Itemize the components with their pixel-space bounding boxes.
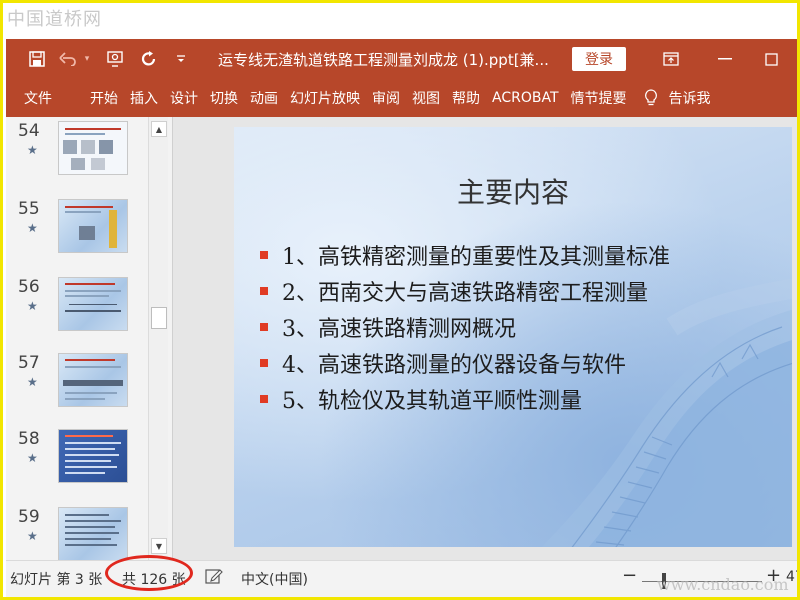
language-indicator[interactable]: 中文(中国) (241, 569, 308, 589)
screenshot-frame: 中国道桥网 ▾ 运专线无渣轨道铁路工程测量刘成龙 (1).ppt[兼... 登录 (0, 0, 800, 600)
undo-dropdown-icon[interactable]: ▾ (80, 44, 94, 74)
title-bar: ▾ 运专线无渣轨道铁路工程测量刘成龙 (1).ppt[兼... 登录 (6, 39, 797, 79)
tab-animations[interactable]: 动画 (244, 88, 284, 108)
thumbnail-item-58[interactable]: 58 ★ (6, 429, 151, 499)
minimize-icon[interactable] (702, 39, 748, 79)
notes-edit-icon[interactable] (205, 567, 223, 589)
thumbnail-item-55[interactable]: 55 ★ (6, 199, 151, 269)
tab-storyboard[interactable]: 情节提要 (565, 88, 633, 108)
thumbnail-number: 56 (18, 277, 40, 297)
thumbnail-item-57[interactable]: 57 ★ (6, 353, 151, 423)
thumbnail-item-56[interactable]: 56 ★ (6, 277, 151, 347)
tab-design[interactable]: 设计 (164, 88, 204, 108)
tab-view[interactable]: 视图 (406, 88, 446, 108)
tab-insert[interactable]: 插入 (124, 88, 164, 108)
bullet-text: 2、西南交大与高速铁路精密工程测量 (282, 281, 648, 306)
slide-editor: 主要内容 1、高铁精密测量的重要性及其测量标准 2、西南交大与高速铁路精密工程测… (173, 117, 797, 560)
bullet-list[interactable]: 1、高铁精密测量的重要性及其测量标准 2、西南交大与高速铁路精密工程测量 3、高… (256, 237, 670, 417)
bullet-square-icon (260, 251, 268, 259)
tell-me-search[interactable]: 告诉我 (663, 88, 717, 108)
thumbnail-number: 55 (18, 199, 40, 219)
undo-icon[interactable] (56, 44, 80, 74)
ribbon-tabs: 文件 开始 插入 设计 切换 动画 幻灯片放映 审阅 视图 帮助 ACROBAT… (6, 79, 797, 117)
thumbnail-image (58, 199, 128, 253)
customize-quick-access-icon[interactable] (166, 44, 196, 74)
document-title: 运专线无渣轨道铁路工程测量刘成龙 (1).ppt[兼... (218, 50, 548, 69)
bullet-text: 1、高铁精密测量的重要性及其测量标准 (282, 245, 670, 270)
thumbnail-scrollbar[interactable]: ▲ ▼ (148, 117, 168, 560)
login-button[interactable]: 登录 (572, 47, 626, 71)
thumbnail-number: 54 (18, 121, 40, 141)
tab-help[interactable]: 帮助 (446, 88, 486, 108)
animation-star-icon: ★ (27, 375, 38, 389)
bullet-square-icon (260, 395, 268, 403)
scrollbar-thumb[interactable] (151, 307, 167, 329)
thumbnail-number: 59 (18, 507, 40, 527)
bullet-text: 4、高速铁路测量的仪器设备与软件 (282, 353, 626, 378)
watermark-bottom: www.cndao.com (657, 575, 789, 594)
thumbnail-image (58, 353, 128, 407)
lightbulb-icon[interactable] (639, 83, 663, 113)
animation-star-icon: ★ (27, 299, 38, 313)
list-item: 2、西南交大与高速铁路精密工程测量 (256, 273, 670, 309)
bullet-square-icon (260, 323, 268, 331)
list-item: 3、高速铁路精测网概况 (256, 309, 670, 345)
slide-title[interactable]: 主要内容 (234, 171, 792, 211)
current-slide[interactable]: 主要内容 1、高铁精密测量的重要性及其测量标准 2、西南交大与高速铁路精密工程测… (234, 127, 792, 547)
highlight-ring-annotation (105, 555, 193, 591)
tab-acrobat[interactable]: ACROBAT (486, 90, 565, 106)
list-item: 1、高铁精密测量的重要性及其测量标准 (256, 237, 670, 273)
tab-file[interactable]: 文件 (18, 88, 58, 108)
thumbnail-item-54[interactable]: 54 ★ (6, 121, 151, 191)
zoom-out-button[interactable]: − (622, 565, 637, 586)
redo-icon[interactable] (134, 44, 164, 74)
list-item: 4、高速铁路测量的仪器设备与软件 (256, 345, 670, 381)
animation-star-icon: ★ (27, 143, 38, 157)
bullet-text: 5、轨检仪及其轨道平顺性测量 (282, 389, 582, 414)
save-icon[interactable] (22, 44, 52, 74)
watermark-top: 中国道桥网 (7, 9, 102, 30)
scroll-down-icon[interactable]: ▼ (151, 538, 167, 554)
thumbnail-number: 58 (18, 429, 40, 449)
list-item: 5、轨检仪及其轨道平顺性测量 (256, 381, 670, 417)
animation-star-icon: ★ (27, 221, 38, 235)
maximize-icon[interactable] (748, 39, 794, 79)
animation-star-icon: ★ (27, 529, 38, 543)
ribbon-display-options-icon[interactable] (648, 39, 694, 79)
thumbnail-image (58, 277, 128, 331)
tab-review[interactable]: 审阅 (366, 88, 406, 108)
tab-slideshow[interactable]: 幻灯片放映 (284, 88, 366, 108)
thumbnail-image (58, 507, 128, 561)
thumbnail-number: 57 (18, 353, 40, 373)
bullet-text: 3、高速铁路精测网概况 (282, 317, 516, 342)
tab-transitions[interactable]: 切换 (204, 88, 244, 108)
tab-home[interactable]: 开始 (84, 88, 124, 108)
thumbnail-image (58, 121, 128, 175)
scroll-up-icon[interactable]: ▲ (151, 121, 167, 137)
bullet-square-icon (260, 359, 268, 367)
bullet-square-icon (260, 287, 268, 295)
animation-star-icon: ★ (27, 451, 38, 465)
touch-mode-icon[interactable] (100, 44, 130, 74)
slide-position-text: 幻灯片 第 3 张 (10, 572, 103, 588)
thumbnail-image (58, 429, 128, 483)
